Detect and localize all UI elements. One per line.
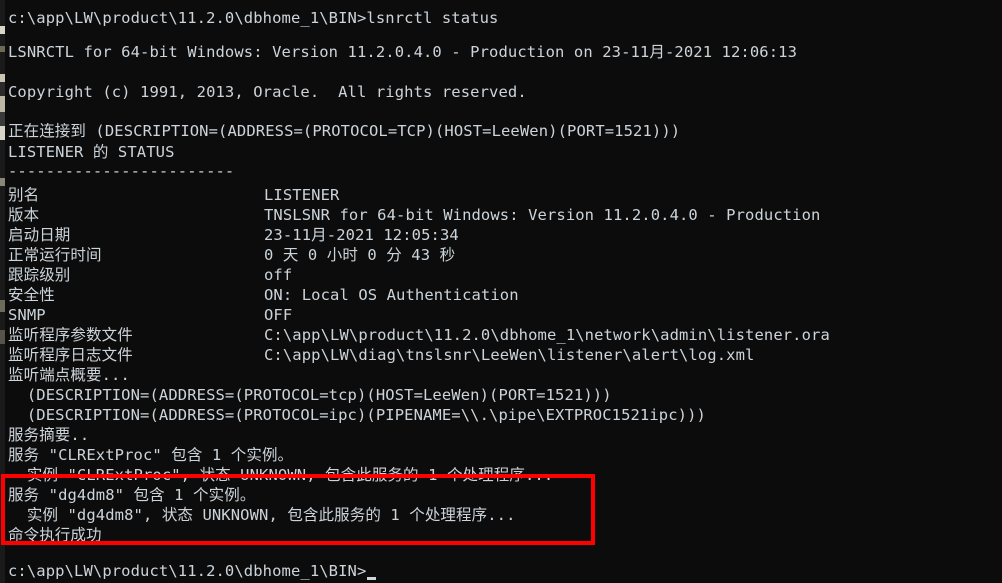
status-row-uptime: 正常运行时间 0 天 0 小时 0 分 43 秒	[8, 245, 455, 265]
status-value-parameter-file: C:\app\LW\product\11.2.0\dbhome_1\networ…	[264, 326, 830, 344]
separator-line: ------------------------	[8, 162, 235, 180]
status-value-security: ON: Local OS Authentication	[264, 286, 519, 304]
connecting-line: 正在连接到 (DESCRIPTION=(ADDRESS=(PROTOCOL=TC…	[8, 122, 681, 140]
status-value-version: TNSLSNR for 64-bit Windows: Version 11.2…	[264, 206, 821, 224]
status-label-snmp: SNMP	[8, 306, 46, 324]
service-entry-dg4dm8: 服务 "dg4dm8" 包含 1 个实例。	[8, 486, 256, 504]
status-header-line: LISTENER 的 STATUS	[8, 143, 175, 161]
status-label-log-file: 监听程序日志文件	[8, 346, 133, 364]
status-row-version: 版本 TNSLSNR for 64-bit Windows: Version 11…	[8, 205, 820, 225]
status-value-trace-level: off	[264, 266, 293, 284]
status-value-snmp: OFF	[264, 306, 293, 324]
service-instance-dg4dm8: 实例 "dg4dm8", 状态 UNKNOWN, 包含此服务的 1 个处理程序.…	[8, 506, 516, 524]
status-row-alias: 别名 LISTENER	[8, 185, 339, 205]
command-prompt-line: c:\app\LW\product\11.2.0\dbhome_1\BIN>ls…	[8, 9, 499, 27]
status-row-log-file: 监听程序日志文件 C:\app\LW\diag\tnslsnr\LeeWen\li…	[8, 345, 754, 365]
status-row-snmp: SNMP OFF	[8, 305, 292, 325]
command-result-line: 命令执行成功	[8, 526, 102, 544]
service-entry-clrextproc: 服务 "CLRExtProc" 包含 1 个实例。	[8, 446, 294, 464]
bottom-prompt-line: c:\app\LW\product\11.2.0\dbhome_1\BIN>	[8, 561, 377, 581]
service-instance-clrextproc: 实例 "CLRExtProc", 状态 UNKNOWN, 包含此服务的 1 个处…	[8, 466, 554, 484]
console-window[interactable]: c:\app\LW\product\11.2.0\dbhome_1\BIN>ls…	[0, 0, 1002, 583]
bottom-prompt-text: c:\app\LW\product\11.2.0\dbhome_1\BIN>	[8, 562, 367, 580]
status-label-trace-level: 跟踪级别	[8, 266, 71, 284]
status-value-uptime: 0 天 0 小时 0 分 43 秒	[264, 246, 456, 264]
status-label-version: 版本	[8, 206, 40, 224]
status-label-uptime: 正常运行时间	[8, 246, 102, 264]
services-heading: 服务摘要..	[8, 426, 90, 444]
status-row-trace-level: 跟踪级别 off	[8, 265, 292, 285]
status-label-security: 安全性	[8, 286, 55, 304]
endpoint-entry-tcp: (DESCRIPTION=(ADDRESS=(PROTOCOL=tcp)(HOS…	[8, 386, 612, 404]
status-label-parameter-file: 监听程序参数文件	[8, 326, 133, 344]
terminal-output: c:\app\LW\product\11.2.0\dbhome_1\BIN>ls…	[0, 0, 1002, 583]
endpoint-entry-ipc: (DESCRIPTION=(ADDRESS=(PROTOCOL=ipc)(PIP…	[8, 406, 706, 424]
copyright-line: Copyright (c) 1991, 2013, Oracle. All ri…	[8, 83, 527, 101]
status-value-log-file: C:\app\LW\diag\tnslsnr\LeeWen\listener\a…	[264, 346, 755, 364]
window-left-edge-mask	[5, 0, 8, 583]
status-label-start-date: 启动日期	[8, 226, 71, 244]
status-row-parameter-file: 监听程序参数文件 C:\app\LW\product\11.2.0\dbhome_…	[8, 325, 830, 345]
status-row-start-date: 启动日期 23-11月-2021 12:05:34	[8, 225, 459, 245]
lsnrctl-version-line: LSNRCTL for 64-bit Windows: Version 11.2…	[8, 43, 798, 61]
status-value-start-date: 23-11月-2021 12:05:34	[264, 226, 459, 244]
text-cursor	[367, 577, 377, 580]
status-value-alias: LISTENER	[264, 186, 340, 204]
status-label-alias: 别名	[8, 186, 40, 204]
endpoints-heading: 监听端点概要...	[8, 366, 130, 384]
status-row-security: 安全性 ON: Local OS Authentication	[8, 285, 519, 305]
